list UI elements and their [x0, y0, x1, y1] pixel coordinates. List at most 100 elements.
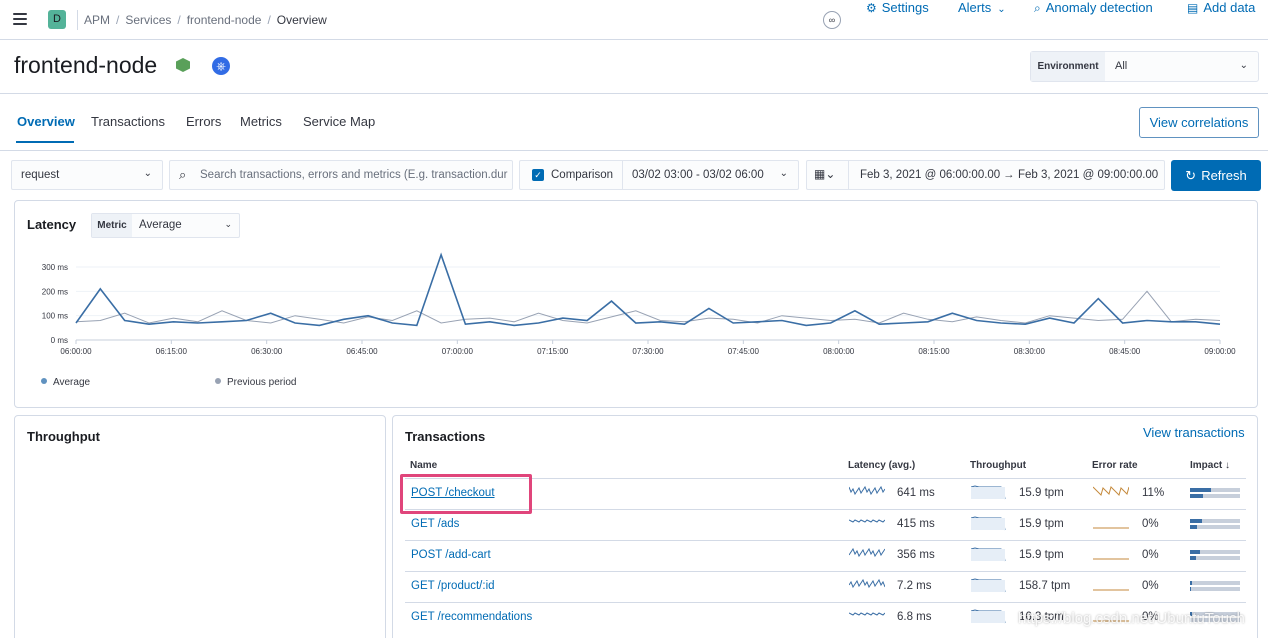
- transaction-type-value: request: [21, 169, 60, 181]
- search-input[interactable]: ⌕ Search transactions, errors and metric…: [169, 160, 513, 190]
- comparison-checkbox[interactable]: ✓: [532, 169, 544, 181]
- tab-transactions[interactable]: Transactions: [91, 114, 165, 129]
- impact-bar-fill: [1190, 550, 1200, 554]
- tab-service-map[interactable]: Service Map: [303, 114, 375, 129]
- refresh-button[interactable]: ↻ Refresh: [1171, 160, 1261, 191]
- date-start[interactable]: Feb 3, 2021 @ 06:00:00.00: [860, 169, 1000, 181]
- latency-sparkline-path: [849, 519, 885, 523]
- row-divider: [405, 602, 1246, 603]
- menu-icon[interactable]: [13, 13, 27, 25]
- environment-select[interactable]: Environment All ⌄: [1030, 51, 1259, 82]
- throughput-sparkline: [971, 547, 1006, 562]
- impact-bar-fill: [1190, 556, 1196, 560]
- impact-bar: [1190, 581, 1240, 591]
- latency-sparkline-path: [849, 485, 885, 496]
- transaction-name-link[interactable]: GET /recommendations: [411, 611, 532, 623]
- calendar-icon[interactable]: ▦⌄: [814, 167, 835, 181]
- column-header-impact[interactable]: Impact ↓: [1190, 460, 1230, 471]
- breadcrumb-apm[interactable]: APM: [84, 13, 110, 27]
- alerts-menu[interactable]: Alerts ⌄: [958, 0, 1006, 15]
- latency-value: 6.8 ms: [897, 611, 932, 623]
- impact-bar-fill: [1190, 525, 1198, 529]
- chevron-down-icon: ⌄: [143, 168, 152, 179]
- breadcrumb-service[interactable]: frontend-node: [187, 13, 262, 27]
- search-placeholder: Search transactions, errors and metrics …: [200, 169, 508, 181]
- tab-errors[interactable]: Errors: [186, 114, 221, 129]
- anomaly-icon: ⌕: [1034, 1, 1041, 15]
- error-rate-sparkline-path: [1093, 486, 1129, 496]
- throughput-value: 15.9 tpm: [1019, 487, 1064, 499]
- top-header: D APM / Services / frontend-node / Overview ∞ …: [0, 0, 1268, 40]
- metric-select[interactable]: Metric Average ⌄: [91, 213, 240, 238]
- anomaly-detection-link[interactable]: ⌕ Anomaly detection: [1034, 0, 1153, 16]
- latency-title: Latency: [27, 217, 77, 232]
- chevron-down-icon: ⌄: [1239, 60, 1248, 71]
- settings-link[interactable]: ⚙ Settings: [866, 0, 929, 15]
- impact-bar: [1190, 488, 1240, 498]
- throughput-sparkline: [971, 578, 1006, 593]
- throughput-sparkline: [971, 485, 1006, 500]
- throughput-sparkline: [971, 516, 1006, 531]
- column-header-name[interactable]: Name: [410, 460, 437, 471]
- transaction-name-link[interactable]: GET /product/:id: [411, 580, 495, 592]
- impact-bar-track: [1190, 525, 1240, 529]
- tab-metrics[interactable]: Metrics: [240, 114, 282, 129]
- search-icon: ⌕: [179, 167, 187, 182]
- transactions-title: Transactions: [405, 429, 486, 444]
- latency-sparkline: [849, 612, 885, 616]
- latency-value: 356 ms: [897, 549, 935, 561]
- impact-bar-fill: [1190, 519, 1202, 523]
- throughput-value: 158.7 tpm: [1019, 580, 1071, 592]
- comparison-control: ✓ Comparison 03/02 03:00 - 03/02 06:00 ⌄: [519, 160, 799, 190]
- impact-bar-fill: [1190, 587, 1192, 591]
- view-correlations-button[interactable]: View correlations: [1139, 107, 1259, 138]
- legend-average: Average: [41, 377, 90, 388]
- throughput-sparkline-fill: [971, 549, 1005, 561]
- latency-sparkline-path: [849, 578, 885, 589]
- comparison-label: Comparison: [551, 169, 613, 181]
- comparison-range-select[interactable]: 03/02 03:00 - 03/02 06:00: [632, 169, 764, 181]
- latency-sparkline-path: [849, 547, 885, 558]
- error-rate-sparkline: [1093, 558, 1129, 560]
- legend-previous-period: Previous period: [215, 377, 296, 388]
- impact-bar: [1190, 519, 1240, 529]
- add-data-link[interactable]: ▤ Add data: [1187, 0, 1255, 15]
- date-end[interactable]: Feb 3, 2021 @ 09:00:00.00: [1018, 169, 1158, 181]
- latency-value: 641 ms: [897, 487, 935, 499]
- latency-value: 415 ms: [897, 518, 935, 530]
- transaction-type-select[interactable]: request ⌄: [11, 160, 163, 190]
- column-header-error-rate[interactable]: Error rate: [1092, 460, 1138, 471]
- latency-sparkline: [849, 485, 885, 496]
- divider: [622, 161, 623, 189]
- error-rate-value: 0%: [1142, 518, 1159, 530]
- impact-bar-track: [1190, 587, 1240, 591]
- divider: [848, 161, 849, 189]
- glasses-icon[interactable]: ∞: [823, 11, 841, 29]
- sort-down-icon: ↓: [1225, 460, 1231, 471]
- throughput-panel: [14, 415, 386, 638]
- watermark: https://blog.csdn.net/UbuntuTouch: [1018, 610, 1245, 627]
- impact-bar-track: [1190, 556, 1240, 560]
- tab-overview[interactable]: Overview: [17, 114, 75, 129]
- latency-sparkline-path: [849, 612, 885, 616]
- space-avatar[interactable]: D: [48, 10, 66, 29]
- column-header-throughput[interactable]: Throughput: [970, 460, 1026, 471]
- breadcrumb-services[interactable]: Services: [125, 13, 171, 27]
- column-header-latency[interactable]: Latency (avg.): [848, 460, 915, 471]
- throughput-sparkline-fill: [971, 518, 1005, 530]
- impact-bar-fill: [1190, 494, 1203, 498]
- throughput-value: 15.9 tpm: [1019, 518, 1064, 530]
- throughput-sparkline: [971, 609, 1006, 624]
- view-transactions-link[interactable]: View transactions: [1143, 425, 1245, 440]
- chevron-down-icon: ⌄: [997, 4, 1006, 15]
- metric-value: Average: [139, 219, 182, 231]
- impact-bar: [1190, 550, 1240, 560]
- environment-value: All: [1115, 60, 1128, 72]
- row-divider: [405, 571, 1246, 572]
- transaction-name-link[interactable]: GET /ads: [411, 518, 459, 530]
- impact-bar-fill: [1190, 488, 1211, 492]
- transaction-name-link[interactable]: POST /add-cart: [411, 549, 491, 561]
- chevron-down-icon: ⌄: [224, 219, 232, 229]
- latency-sparkline: [849, 578, 885, 589]
- refresh-icon: ↻: [1185, 168, 1197, 183]
